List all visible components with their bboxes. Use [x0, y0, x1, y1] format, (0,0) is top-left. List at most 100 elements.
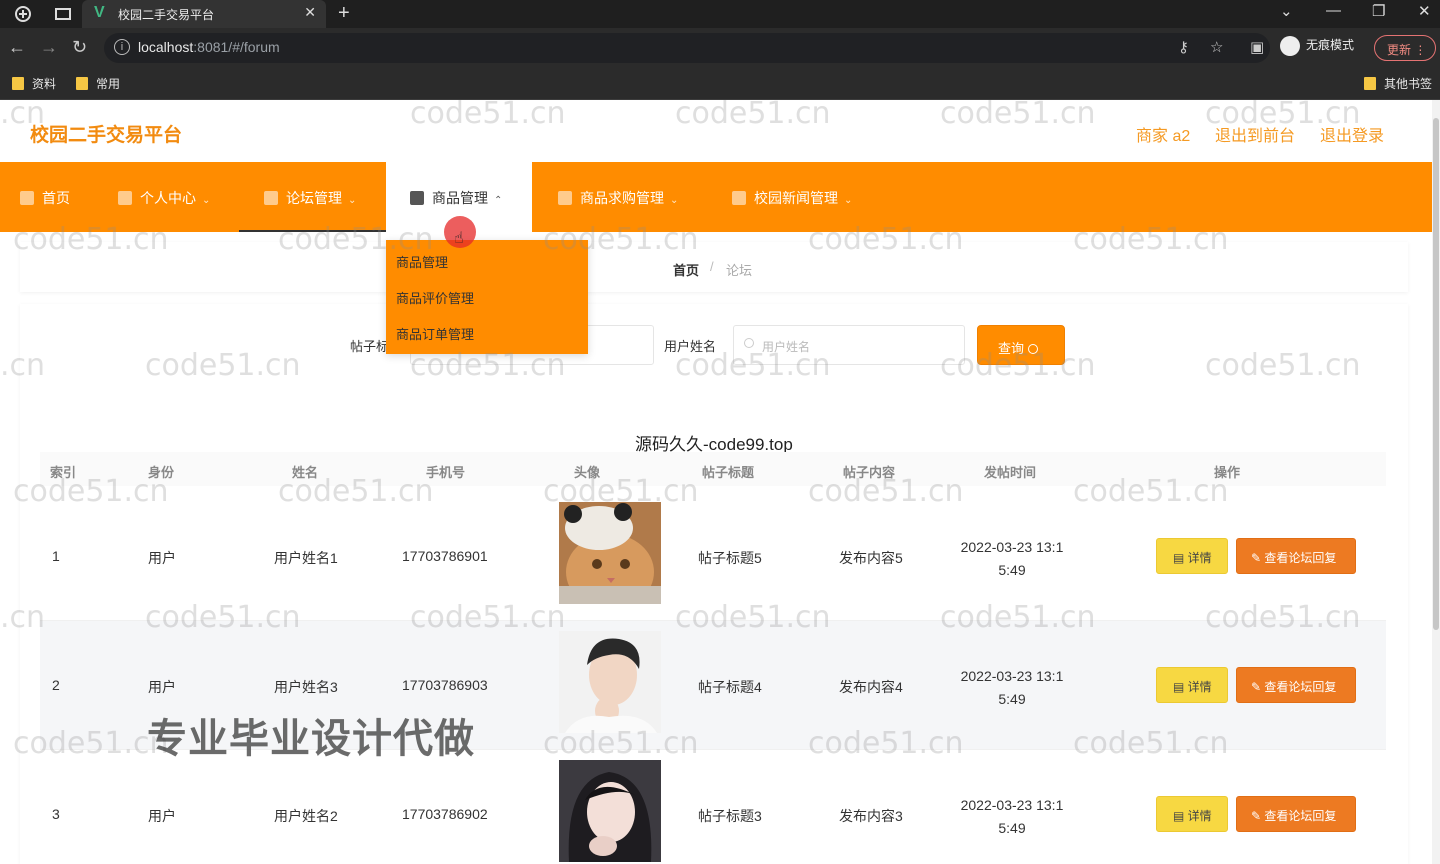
avatar-cat — [559, 502, 661, 604]
detail-button[interactable]: ▤ 详情 — [1156, 796, 1228, 832]
document-icon: ▤ — [1173, 680, 1188, 694]
close-window-icon[interactable]: ✕ — [1418, 2, 1431, 20]
row-post-content: 发布内容3 — [839, 808, 903, 824]
chevron-down-icon: ⌄ — [202, 195, 211, 206]
view-replies-button[interactable]: ✎ 查看论坛回复 — [1236, 667, 1356, 703]
row-post-time: 2022-03-23 13:1 5:49 — [960, 668, 1064, 707]
update-button[interactable]: 更新 ⋮ — [1374, 35, 1436, 61]
scrollbar-thumb[interactable] — [1433, 118, 1439, 630]
col-post-time: 发帖时间 — [984, 465, 1037, 480]
tab-title: 校园二手交易平台 — [118, 8, 215, 22]
detail-button[interactable]: ▤ 详情 — [1156, 667, 1228, 703]
new-tab-icon[interactable]: + — [338, 2, 350, 25]
back-to-front-link[interactable]: 退出到前台 — [1215, 122, 1295, 146]
document-icon: ▤ — [1173, 551, 1188, 565]
bookmark-folder-ziliao[interactable]: 资料 — [12, 75, 56, 92]
detail-button[interactable]: ▤ 详情 — [1156, 538, 1228, 574]
active-menu-underline — [239, 230, 386, 232]
table-row: 1 用户 用户姓名1 17703786901 帖子标题5 发布内容5 2022-… — [40, 492, 1386, 621]
row-name: 用户姓名3 — [274, 679, 338, 695]
incognito-icon — [1280, 36, 1300, 56]
row-post-title: 帖子标题4 — [698, 679, 762, 695]
incognito-label: 无痕模式 — [1306, 38, 1355, 53]
col-actions: 操作 — [1214, 465, 1241, 480]
submenu-item-goods[interactable]: 商品管理 — [396, 252, 448, 271]
folder-icon — [12, 77, 24, 90]
search-icon — [1028, 344, 1039, 354]
web-page: 校园二手交易平台 商家 a2 退出到前台 退出登录 首页 个人中心 ⌄ 论坛管理 ⌄… — [0, 100, 1440, 864]
row-post-title: 帖子标题5 — [698, 550, 762, 566]
menu-item-purchase-request[interactable]: 商品求购管理 ⌄ — [558, 162, 678, 232]
reload-icon[interactable]: ↻ — [72, 37, 87, 58]
goods-submenu: 商品管理 商品评价管理 商品订单管理 — [386, 240, 588, 354]
site-info-icon[interactable]: i — [114, 39, 130, 55]
col-avatar: 头像 — [574, 465, 601, 480]
row-name: 用户姓名1 — [274, 550, 338, 566]
breadcrumb-separator: / — [710, 259, 714, 274]
row-post-time: 2022-03-23 13:1 5:49 — [960, 539, 1064, 578]
breadcrumb: 首页 / 论坛 — [20, 242, 1408, 292]
edit-icon: ✎ — [1251, 809, 1265, 823]
row-name: 用户姓名2 — [274, 808, 338, 824]
key-icon[interactable]: ⚷ — [1178, 38, 1189, 56]
query-button[interactable]: 查询 — [977, 325, 1065, 365]
row-post-time: 2022-03-23 13:1 5:49 — [960, 797, 1064, 836]
menu-item-home[interactable]: 首页 — [20, 162, 70, 232]
main-menu: 首页 个人中心 ⌄ 论坛管理 ⌄ 商品管理 ⌃ 商品求购管理 ⌄ 校园新闻管理 ⌄ — [0, 162, 1440, 232]
chevron-down-icon: ⌄ — [670, 195, 679, 206]
view-replies-button[interactable]: ✎ 查看论坛回复 — [1236, 796, 1356, 832]
col-role: 身份 — [148, 465, 175, 480]
col-phone: 手机号 — [426, 465, 466, 480]
chevron-down-icon: ⌄ — [844, 195, 853, 206]
row-role: 用户 — [148, 679, 176, 695]
edit-icon: ✎ — [1251, 551, 1265, 565]
submenu-item-goods-reviews[interactable]: 商品评价管理 — [396, 288, 474, 307]
minimize-icon[interactable]: — — [1326, 2, 1341, 19]
side-panel-icon[interactable]: ▣ — [1250, 38, 1264, 56]
restore-icon[interactable]: ❐ — [1372, 2, 1385, 20]
edit-icon: ✎ — [1251, 680, 1265, 694]
chevron-down-icon: ⌄ — [348, 195, 357, 206]
row-index: 2 — [52, 677, 60, 693]
bookmarks-bar: 资料 常用 其他书签 — [0, 68, 1440, 100]
view-replies-button[interactable]: ✎ 查看论坛回复 — [1236, 538, 1356, 574]
bookmark-star-icon[interactable]: ☆ — [1210, 38, 1223, 56]
breadcrumb-current: 论坛 — [726, 263, 753, 278]
forum-panel: 帖子标题 用户姓名 用户姓名 查询 源码久久-code99.top 索引 身份 … — [20, 304, 1408, 864]
folder-icon — [76, 77, 88, 90]
logout-link[interactable]: 退出登录 — [1320, 122, 1384, 146]
user-name-input[interactable]: 用户姓名 — [733, 325, 965, 365]
incognito-indicator[interactable]: 无痕模式 — [1280, 36, 1354, 56]
col-index: 索引 — [50, 465, 77, 480]
submenu-item-goods-orders[interactable]: 商品订单管理 — [396, 324, 474, 343]
page-scrollbar[interactable] — [1432, 100, 1440, 864]
row-phone: 17703786903 — [402, 677, 488, 693]
tab-list-chevron-icon[interactable]: ⌄ — [1280, 2, 1293, 20]
document-icon: ▤ — [1173, 809, 1188, 823]
forum-icon — [264, 191, 278, 205]
forward-arrow-icon[interactable]: → — [40, 37, 58, 58]
row-index: 3 — [52, 806, 60, 822]
bookmark-folder-changyong[interactable]: 常用 — [76, 75, 120, 92]
row-role: 用户 — [148, 550, 176, 566]
browser-app-icon[interactable] — [14, 5, 32, 23]
url-field[interactable]: i localhost:8081/#/forum ⚷ ☆ ▣ — [104, 33, 1270, 63]
news-icon — [732, 191, 746, 205]
col-name: 姓名 — [292, 465, 319, 480]
browser-tab[interactable]: V 校园二手交易平台 ✕ — [82, 0, 326, 28]
menu-item-campus-news[interactable]: 校园新闻管理 ⌄ — [732, 162, 852, 232]
current-user: 商家 a2 — [1136, 128, 1191, 145]
tab-close-icon[interactable]: ✕ — [304, 4, 316, 21]
row-role: 用户 — [148, 808, 176, 824]
menu-item-personal-center[interactable]: 个人中心 ⌄ — [118, 162, 210, 232]
breadcrumb-home[interactable]: 首页 — [673, 260, 699, 279]
update-label: 更新 — [1387, 43, 1412, 57]
user-name-placeholder: 用户姓名 — [762, 340, 811, 354]
col-post-content: 帖子内容 — [843, 465, 896, 480]
menu-item-forum-management[interactable]: 论坛管理 ⌄ — [264, 162, 356, 232]
table-row: 3 用户 用户姓名2 17703786902 帖子标题3 发布内容3 2022-… — [40, 750, 1386, 864]
tab-search-icon[interactable] — [54, 5, 72, 23]
bookmark-folder-other[interactable]: 其他书签 — [1364, 75, 1432, 92]
back-arrow-icon[interactable]: ← — [8, 37, 26, 58]
browser-tab-bar: V 校园二手交易平台 ✕ + ⌄ — ❐ ✕ — [0, 0, 1440, 28]
